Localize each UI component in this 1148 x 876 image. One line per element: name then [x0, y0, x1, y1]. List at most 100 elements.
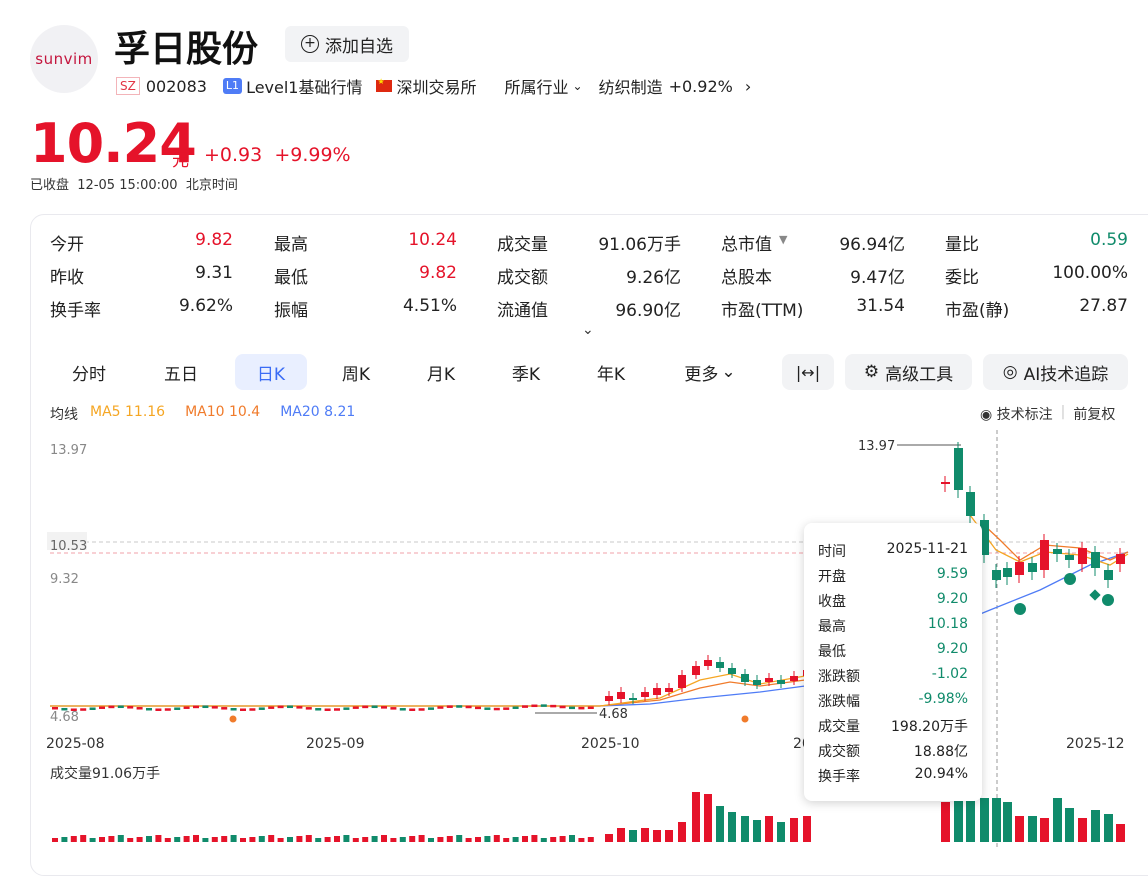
candle — [155, 708, 162, 711]
volume-bar — [89, 838, 96, 842]
volume-bar — [456, 835, 463, 842]
volume-bar — [777, 822, 785, 842]
tab-7[interactable]: 更多 ⌄ — [665, 354, 755, 390]
candle — [484, 707, 491, 710]
candle — [381, 706, 387, 709]
industry-link[interactable]: 纺织制造 +0.92% › — [599, 74, 752, 98]
volume-bar — [287, 837, 293, 842]
tab-0[interactable]: 分时 — [50, 354, 128, 390]
volume-bar — [1028, 816, 1037, 842]
tooltip-row: 最高 10.18 — [818, 616, 968, 636]
volume-bar — [512, 837, 519, 842]
volume-bar — [193, 835, 199, 842]
stat-value: 9.47亿 — [850, 268, 905, 288]
candle — [540, 704, 547, 707]
tech-annotation-toggle[interactable]: ◉ 技术标注 — [980, 404, 1053, 424]
volume-bar — [127, 838, 134, 842]
tooltip-row: 收盘 9.20 — [818, 591, 968, 611]
status-text: 已收盘 — [30, 178, 70, 193]
candle — [790, 676, 798, 681]
candle — [777, 680, 785, 684]
tab-1[interactable]: 五日 — [140, 354, 222, 390]
volume-bar — [1015, 816, 1024, 842]
tab-label: 季K — [511, 364, 541, 385]
tooltip-row: 开盘 9.59 — [818, 566, 968, 586]
candle — [287, 705, 293, 709]
volume-bar — [99, 837, 105, 842]
volume-bar — [503, 838, 510, 842]
signal-dot — [229, 715, 237, 723]
volume-bar — [437, 837, 444, 842]
exchange-name: 深圳交易所 — [396, 78, 477, 97]
expand-stats-chevron-icon[interactable]: ⌄ — [582, 322, 594, 338]
tooltip-value: 10.18 — [927, 616, 968, 632]
candle — [1104, 570, 1113, 580]
tab-6[interactable]: 年K — [575, 354, 647, 390]
candle — [249, 708, 256, 711]
advanced-tools-button[interactable]: ⚙ 高级工具 — [845, 354, 972, 390]
tab-label: 分时 — [72, 364, 106, 385]
tab-2[interactable]: 日K — [235, 354, 307, 390]
company-logo: sunvim — [30, 25, 98, 93]
candle — [629, 698, 637, 700]
candle — [992, 570, 1001, 580]
volume-bar — [716, 806, 724, 842]
volume-bar — [587, 837, 594, 842]
volume-bar — [277, 838, 284, 842]
volume-bar — [475, 837, 481, 842]
candle — [221, 707, 228, 710]
candle — [1116, 554, 1125, 564]
stat-label[interactable]: 总市值 — [721, 230, 772, 255]
tab-3[interactable]: 周K — [320, 354, 392, 390]
market-tag: SZ — [116, 77, 140, 95]
volume-bar — [1091, 810, 1100, 842]
volume-bar — [381, 835, 387, 842]
stat-value: 10.24 — [408, 230, 457, 250]
volume-bar — [390, 838, 397, 842]
industry-dropdown[interactable]: 所属行业 ⌄ — [505, 74, 583, 98]
volume-bar — [569, 835, 575, 842]
volume-bar — [765, 816, 773, 842]
ma-legend: 均线 MA5 11.16 MA10 10.4 MA20 8.21 — [50, 404, 355, 424]
candle — [305, 707, 312, 710]
candle — [503, 707, 510, 710]
signal-dot — [1064, 573, 1076, 585]
tab-label: 周K — [341, 364, 371, 385]
adjust-mode-toggle[interactable]: 前复权 — [1073, 404, 1115, 424]
tab-4[interactable]: 月K — [405, 354, 477, 390]
stat-label: 委比 — [945, 268, 979, 288]
candle — [277, 705, 284, 709]
candle — [692, 666, 700, 675]
candle — [146, 707, 152, 711]
candle — [202, 705, 209, 709]
status-time: 12-05 15:00:00 — [77, 178, 178, 193]
candle — [765, 678, 773, 682]
fit-width-button[interactable]: |↔| — [782, 354, 834, 390]
volume-bar — [117, 835, 124, 842]
volume-bar — [753, 820, 761, 842]
level1-icon: L1 — [222, 78, 243, 94]
volume-bar — [334, 836, 340, 842]
candle — [409, 708, 416, 711]
industry-name: 纺织制造 — [598, 78, 663, 97]
china-flag-icon — [376, 77, 393, 92]
candle — [678, 675, 686, 688]
stat-value: 9.31 — [195, 263, 233, 283]
tooltip-value: -1.02 — [931, 666, 968, 682]
add-watchlist-button[interactable]: + 添加自选 — [285, 26, 409, 62]
candle — [569, 706, 575, 710]
tab-5[interactable]: 季K — [490, 354, 562, 390]
stat-value: 4.51% — [402, 296, 457, 316]
volume-label: 成交量91.06万手 — [50, 765, 160, 782]
stat-value: 0.59 — [1090, 230, 1128, 250]
advanced-tools-label: 高级工具 — [885, 364, 954, 385]
ai-target-icon: ◎ — [1002, 362, 1018, 382]
volume-bar — [493, 835, 500, 842]
tech-annotation-label: 技术标注 — [996, 407, 1053, 423]
tooltip-value: -9.98% — [918, 691, 968, 707]
ai-track-button[interactable]: ◎ AI技术追踪 — [983, 354, 1128, 390]
candle — [117, 705, 124, 709]
candle — [80, 708, 87, 711]
candle — [941, 482, 950, 484]
volume-bar — [522, 836, 528, 842]
